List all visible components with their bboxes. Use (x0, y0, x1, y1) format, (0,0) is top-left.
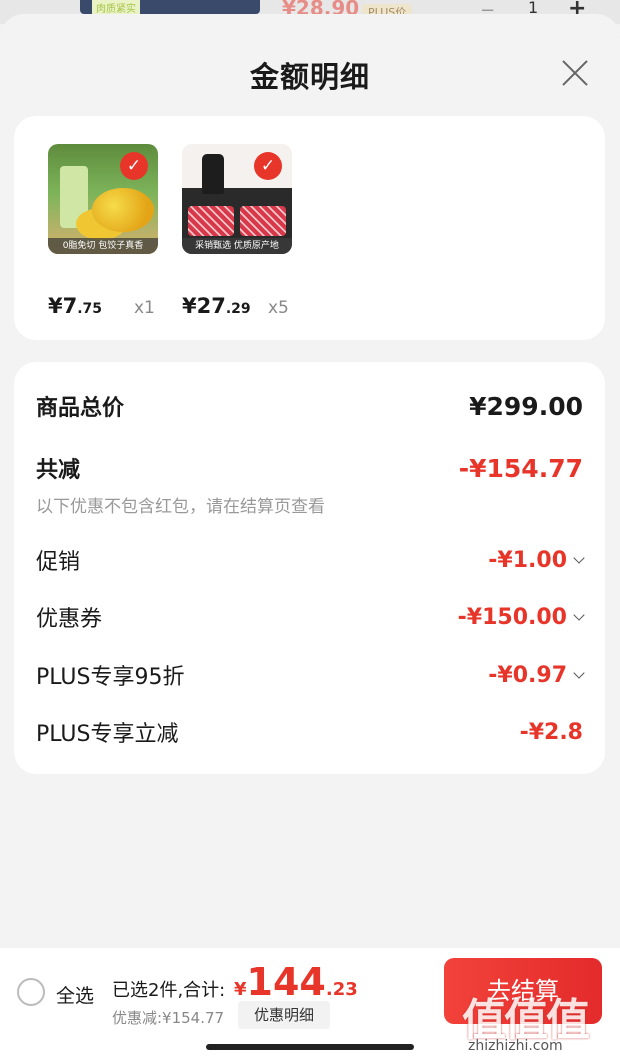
total-reduction-label: 共减 (36, 458, 81, 483)
coupon-label: 优惠券 (36, 607, 103, 632)
promotion-label: 促销 (36, 550, 81, 575)
price-decimal: .29 (225, 301, 251, 317)
product-item[interactable]: ✓ 0脂免切 包饺子真香 ¥7.75 x1 (48, 144, 158, 318)
meat-graphic (240, 206, 286, 236)
selected-count-text: 已选2件,合计: (112, 980, 226, 1001)
discount-summary: 优惠减:¥154.77 (112, 1009, 225, 1027)
product-image-caption: 采销甄选 优质原产地 (182, 238, 292, 254)
chevron-down-icon[interactable] (573, 609, 585, 621)
product-image-caption: 0脂免切 包饺子真香 (48, 238, 158, 254)
discount-note: 以下优惠不包含红包，请在结算页查看 (36, 497, 325, 517)
total-reduction-row: 共减 -¥154.77 (36, 452, 583, 484)
coupon-amount: -¥150.00 (457, 604, 567, 630)
coupon-row[interactable]: 优惠券 -¥150.00 (36, 601, 585, 633)
total-price-label: 商品总价 (36, 396, 125, 421)
close-icon[interactable] (556, 54, 594, 92)
plus-instant-reduction-label: PLUS专享立减 (36, 722, 179, 747)
promotion-amount: -¥1.00 (488, 547, 567, 573)
product-image: ✓ 采销甄选 优质原产地 (182, 144, 292, 254)
total-price-row: 商品总价 ¥299.00 (36, 390, 583, 422)
total-decimal: .23 (325, 979, 358, 1000)
discount-detail-button[interactable]: 优惠明细 (238, 1001, 330, 1029)
jar-graphic (60, 166, 88, 228)
select-all-label[interactable]: 全选 (56, 981, 94, 1008)
product-image: ✓ 0脂免切 包饺子真香 (48, 144, 158, 254)
plus-95-discount-row[interactable]: PLUS专享95折 -¥0.97 (36, 659, 585, 691)
sauce-graphic (202, 154, 224, 194)
plus-95-discount-value: -¥0.97 (488, 662, 585, 688)
chevron-down-icon[interactable] (573, 552, 585, 564)
promotion-value: -¥1.00 (488, 547, 585, 573)
checkmark-icon: ✓ (120, 152, 148, 180)
product-price: ¥27.29 (182, 294, 251, 318)
food-graphic (92, 188, 154, 232)
background-product-thumb: 肉质紧实 (80, 0, 260, 15)
total-reduction-value: -¥154.77 (458, 453, 583, 483)
coupon-value: -¥150.00 (457, 604, 585, 630)
checkmark-icon: ✓ (254, 152, 282, 180)
meat-graphic (188, 206, 234, 236)
plus-95-discount-amount: -¥0.97 (488, 662, 567, 688)
price-integer: ¥27 (182, 294, 226, 318)
price-decimal: .75 (77, 301, 103, 317)
products-card: ✓ 0脂免切 包饺子真香 ¥7.75 x1 ✓ 采销甄选 优质原产地 ¥27.2… (14, 116, 605, 340)
product-quantity: x5 (268, 298, 289, 318)
chevron-down-icon[interactable] (573, 667, 585, 679)
home-indicator[interactable] (206, 1044, 414, 1050)
currency-symbol: ¥ (234, 979, 247, 1000)
product-item[interactable]: ✓ 采销甄选 优质原产地 ¥27.29 x5 (182, 144, 292, 318)
background-thumb-tag: 肉质紧实 (92, 0, 140, 15)
plus-instant-reduction-value: -¥2.8 (519, 719, 583, 745)
price-integer: ¥7 (48, 294, 78, 318)
plus-instant-reduction-row: PLUS专享立减 -¥2.8 (36, 716, 583, 748)
total-amount: ¥144.23 (234, 960, 358, 1004)
sheet-title: 金额明细 (249, 60, 370, 94)
watermark-url: zhizhizhi.com (468, 1038, 563, 1054)
select-all-radio[interactable] (17, 978, 45, 1006)
product-quantity: x1 (134, 298, 155, 318)
amount-detail-sheet: 金额明细 ✓ 0脂免切 包饺子真香 ¥7.75 x1 ✓ 采销甄选 优质原产地 … (0, 14, 620, 1064)
price-breakdown-card: 商品总价 ¥299.00 共减 -¥154.77 以下优惠不包含红包，请在结算页… (14, 362, 605, 774)
watermark-logo: 值值值 (462, 995, 590, 1046)
plus-95-discount-label: PLUS专享95折 (36, 665, 185, 690)
total-integer: 144 (246, 960, 326, 1004)
product-price: ¥7.75 (48, 294, 102, 318)
total-price-value: ¥299.00 (469, 391, 583, 421)
promotion-row[interactable]: 促销 -¥1.00 (36, 544, 585, 576)
